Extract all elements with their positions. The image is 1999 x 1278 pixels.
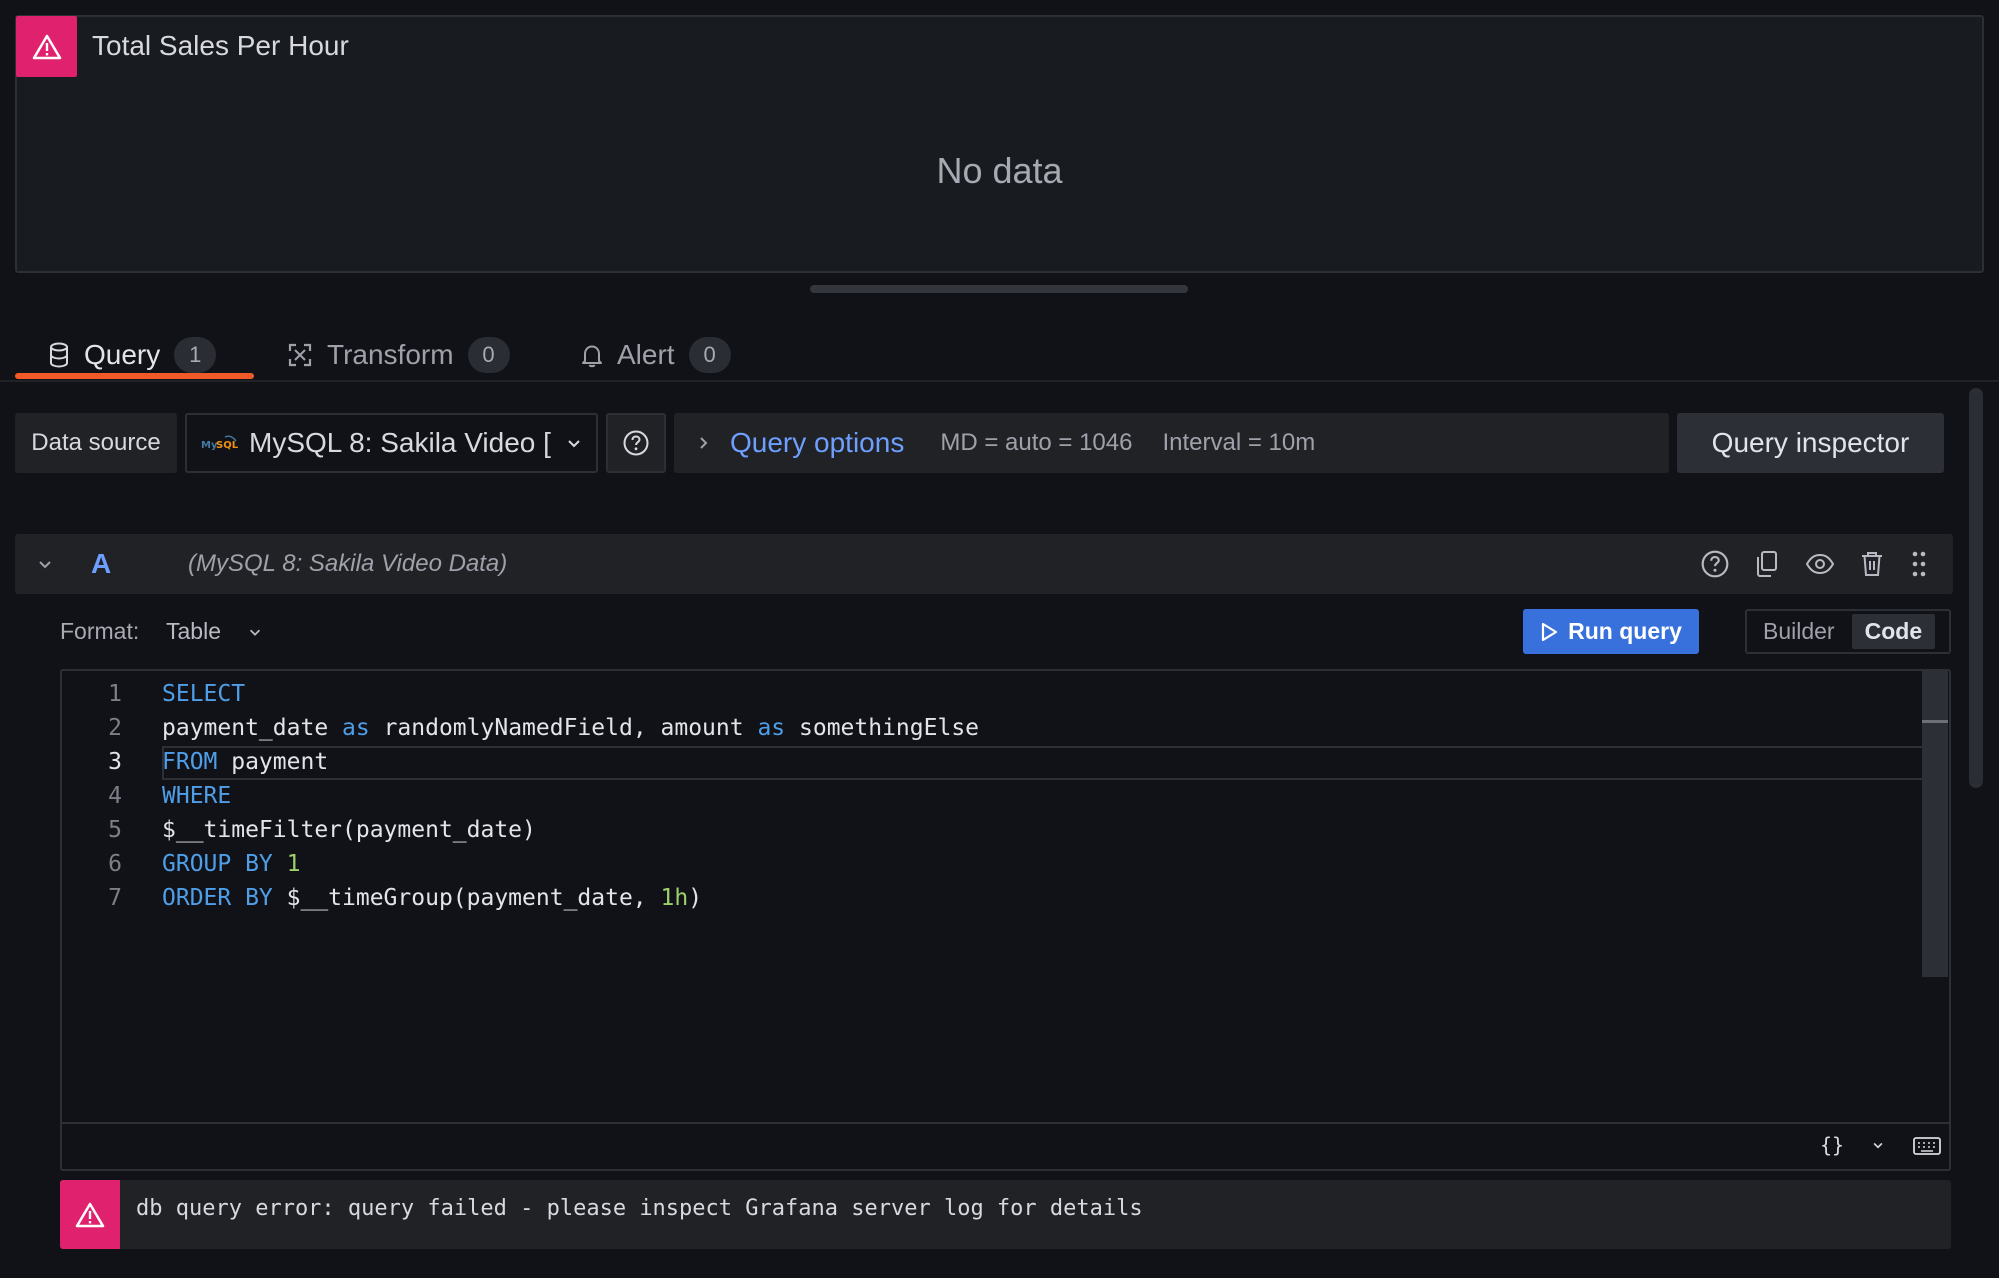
tab-transform[interactable]: Transform 0 — [287, 330, 510, 380]
tab-query-label: Query — [84, 339, 161, 370]
tab-alert-count: 0 — [688, 337, 731, 373]
keyboard-icon[interactable] — [1912, 1135, 1942, 1157]
bell-icon — [582, 345, 602, 368]
data-source-label: Data source — [15, 413, 177, 473]
query-options-title: Query options — [730, 427, 905, 458]
duplicate-icon[interactable] — [1753, 549, 1781, 579]
question-circle-icon[interactable] — [1700, 549, 1730, 579]
database-icon — [50, 342, 68, 368]
sql-keyword: SELECT — [162, 681, 246, 707]
line-number: 7 — [108, 885, 122, 911]
code-text: $__timeFilter(payment_date) — [162, 817, 536, 843]
tabs-divider — [0, 380, 1999, 382]
chevron-down-icon — [249, 629, 261, 636]
sql-keyword: as — [757, 715, 786, 741]
sql-token: ) — [688, 885, 703, 911]
error-icon-box — [60, 1180, 120, 1249]
mysql-logo-icon: MySQL — [201, 435, 239, 451]
code-line[interactable]: 6 GROUP BY 1 — [60, 847, 1920, 881]
mode-builder-option[interactable]: Builder — [1750, 614, 1848, 649]
format-value: Table — [166, 618, 221, 644]
line-number: 3 — [108, 749, 122, 775]
sql-number: 1h — [660, 885, 689, 911]
code-line[interactable]: 1 SELECT — [60, 677, 1920, 711]
sql-keyword: ORDER BY — [162, 885, 273, 911]
question-circle-icon — [623, 430, 649, 456]
max-data-points: MD = auto = 1046 — [940, 429, 1133, 456]
editor-scrollbar-cursor-marker — [1922, 720, 1948, 723]
line-number: 1 — [108, 681, 122, 707]
panel-title: Total Sales Per Hour — [92, 30, 349, 61]
data-source-picker[interactable]: My SQL MySQL 8: Sakila Video [ — [185, 413, 598, 473]
collapse-chevron-icon[interactable] — [36, 555, 54, 573]
drag-handle-icon[interactable] — [1910, 549, 1928, 579]
sql-token: $__timeGroup(payment_date, — [272, 885, 661, 911]
no-data-message: No data — [936, 150, 1063, 191]
mode-code-option[interactable]: Code — [1851, 614, 1936, 649]
sql-token: somethingElse — [785, 715, 980, 741]
run-query-label: Run query — [1568, 618, 1682, 644]
code-line[interactable]: 3 FROM payment — [60, 745, 1920, 779]
play-icon — [1542, 622, 1558, 641]
interval-value: Interval = 10m — [1162, 429, 1316, 456]
code-line[interactable]: 7 ORDER BY $__timeGroup(payment_date, 1h) — [60, 881, 1920, 915]
code-text: FROM payment — [162, 749, 328, 775]
sql-token: randomlyNamedField, amount — [369, 715, 758, 741]
tab-alert[interactable]: Alert 0 — [581, 330, 731, 380]
sql-keyword: WHERE — [162, 783, 232, 809]
chevron-down-icon — [568, 440, 580, 448]
format-label: Format: — [60, 618, 140, 644]
editor-mode-toggle: Builder Code — [1745, 609, 1951, 654]
tab-alert-label: Alert — [617, 339, 675, 370]
format-select[interactable]: Table — [166, 618, 263, 645]
tab-transform-count: 0 — [467, 337, 510, 373]
run-query-button[interactable]: Run query — [1523, 609, 1699, 654]
svg-text:SQL: SQL — [216, 440, 239, 451]
code-line[interactable]: 4 WHERE — [60, 779, 1920, 813]
line-number: 6 — [108, 851, 122, 877]
query-options-bar[interactable]: Query options MD = auto = 1046 Interval … — [674, 413, 1669, 473]
sql-token: payment_date — [162, 715, 343, 741]
query-row-datasource: (MySQL 8: Sakila Video Data) — [188, 550, 508, 577]
tab-query-count: 1 — [174, 337, 217, 373]
code-line[interactable]: 5 $__timeFilter(payment_date) — [60, 813, 1920, 847]
panel-error-indicator[interactable] — [16, 16, 77, 77]
warning-triangle-icon — [75, 1202, 105, 1227]
code-line[interactable]: 2 payment_date as randomlyNamedField, amo… — [60, 711, 1920, 745]
query-inspector-button[interactable]: Query inspector — [1677, 413, 1944, 473]
chevron-down-icon[interactable] — [1871, 1138, 1885, 1152]
sql-keyword: as — [342, 715, 370, 741]
editor-footer — [60, 1122, 1951, 1171]
data-source-value: MySQL 8: Sakila Video [ — [249, 427, 551, 458]
active-tab-indicator — [15, 373, 254, 379]
sql-token: payment — [217, 749, 329, 775]
sql-token: $__timeFilter(payment_date) — [162, 817, 536, 843]
sql-keyword: FROM — [162, 749, 218, 775]
warning-triangle-icon — [32, 34, 61, 59]
chevron-right-icon — [700, 437, 708, 449]
pane-resize-handle[interactable] — [810, 285, 1188, 293]
query-ref-id[interactable]: A — [91, 548, 111, 580]
line-number: 4 — [108, 783, 122, 809]
trash-icon[interactable] — [1859, 549, 1885, 579]
eye-icon[interactable] — [1805, 551, 1835, 577]
code-text: payment_date as randomlyNamedField, amou… — [162, 715, 979, 741]
editor-scrollbar[interactable] — [1922, 671, 1948, 977]
code-text: SELECT — [162, 681, 245, 707]
query-error-message: db query error: query failed - please in… — [136, 1196, 1143, 1221]
line-number: 5 — [108, 817, 122, 843]
sql-number: 1 — [286, 851, 301, 877]
line-number: 2 — [108, 715, 122, 741]
data-source-help-button[interactable] — [606, 413, 666, 473]
code-text: ORDER BY $__timeGroup(payment_date, 1h) — [162, 885, 702, 911]
code-text: GROUP BY 1 — [162, 851, 301, 877]
code-text: WHERE — [162, 783, 231, 809]
page-scrollbar[interactable] — [1969, 388, 1983, 788]
format-query-button[interactable]: {} — [1820, 1133, 1844, 1157]
sql-keyword: GROUP BY — [162, 851, 273, 877]
tab-transform-label: Transform — [327, 339, 454, 370]
transform-icon — [288, 343, 312, 367]
